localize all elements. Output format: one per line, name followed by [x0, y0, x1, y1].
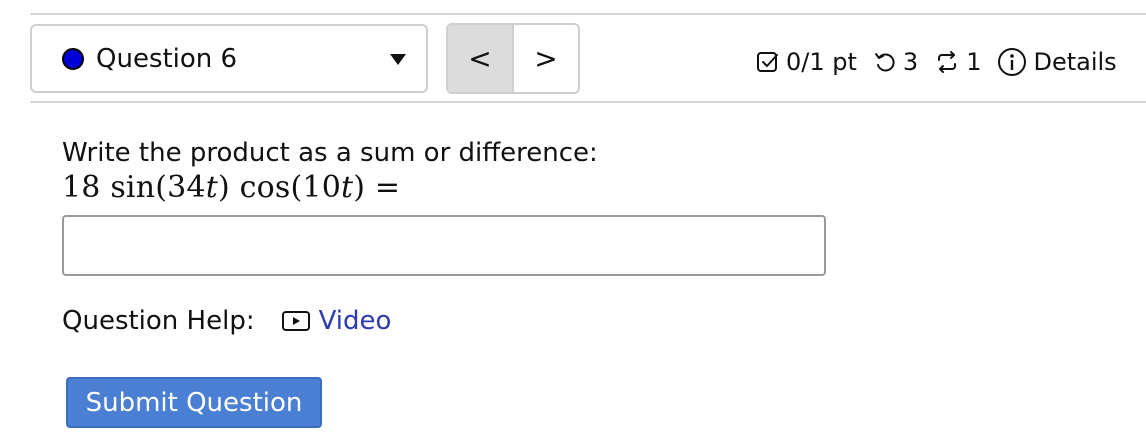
previous-question-button[interactable]: <	[448, 25, 514, 92]
undo-attempts-icon	[873, 50, 897, 74]
question-selector[interactable]: Question 6	[30, 24, 428, 93]
question-status-bar: 0/1 pt 3 1 Details	[756, 36, 1117, 88]
caret-down-icon	[390, 54, 406, 65]
math-expression: 18 sin(34t) cos(10t) =	[62, 170, 401, 205]
info-icon[interactable]	[997, 47, 1027, 77]
header-divider	[30, 101, 1146, 103]
retries-value: 1	[966, 48, 982, 76]
points-value: 0/1 pt	[786, 48, 857, 76]
math-arg-2: 10	[302, 170, 341, 205]
question-selector-label: Question 6	[96, 43, 238, 74]
video-link-label: Video	[318, 306, 392, 336]
math-func-2: cos	[239, 170, 291, 205]
retry-icon	[934, 50, 960, 74]
top-divider	[30, 13, 1146, 15]
math-arg-1: 34	[167, 170, 206, 205]
math-var-1: t	[205, 170, 218, 205]
math-var-2: t	[341, 170, 354, 205]
question-nav: < >	[446, 23, 580, 94]
question-help: Question Help: Video	[62, 306, 391, 336]
math-equals: =	[374, 170, 401, 205]
submit-question-button[interactable]: Submit Question	[66, 377, 322, 428]
attempts-left-value: 3	[902, 48, 919, 76]
math-coefficient: 18	[62, 170, 101, 205]
checkbox-icon	[756, 50, 780, 74]
details-link[interactable]: Details	[1033, 48, 1116, 76]
math-func-1: sin	[110, 170, 156, 205]
next-question-button[interactable]: >	[514, 25, 578, 92]
video-help-link[interactable]: Video	[281, 306, 392, 336]
question-help-label: Question Help:	[62, 306, 255, 336]
video-play-icon	[281, 309, 311, 333]
answer-input[interactable]	[62, 215, 826, 276]
question-prompt: Write the product as a sum or difference…	[62, 138, 598, 168]
question-status-dot	[62, 47, 84, 70]
